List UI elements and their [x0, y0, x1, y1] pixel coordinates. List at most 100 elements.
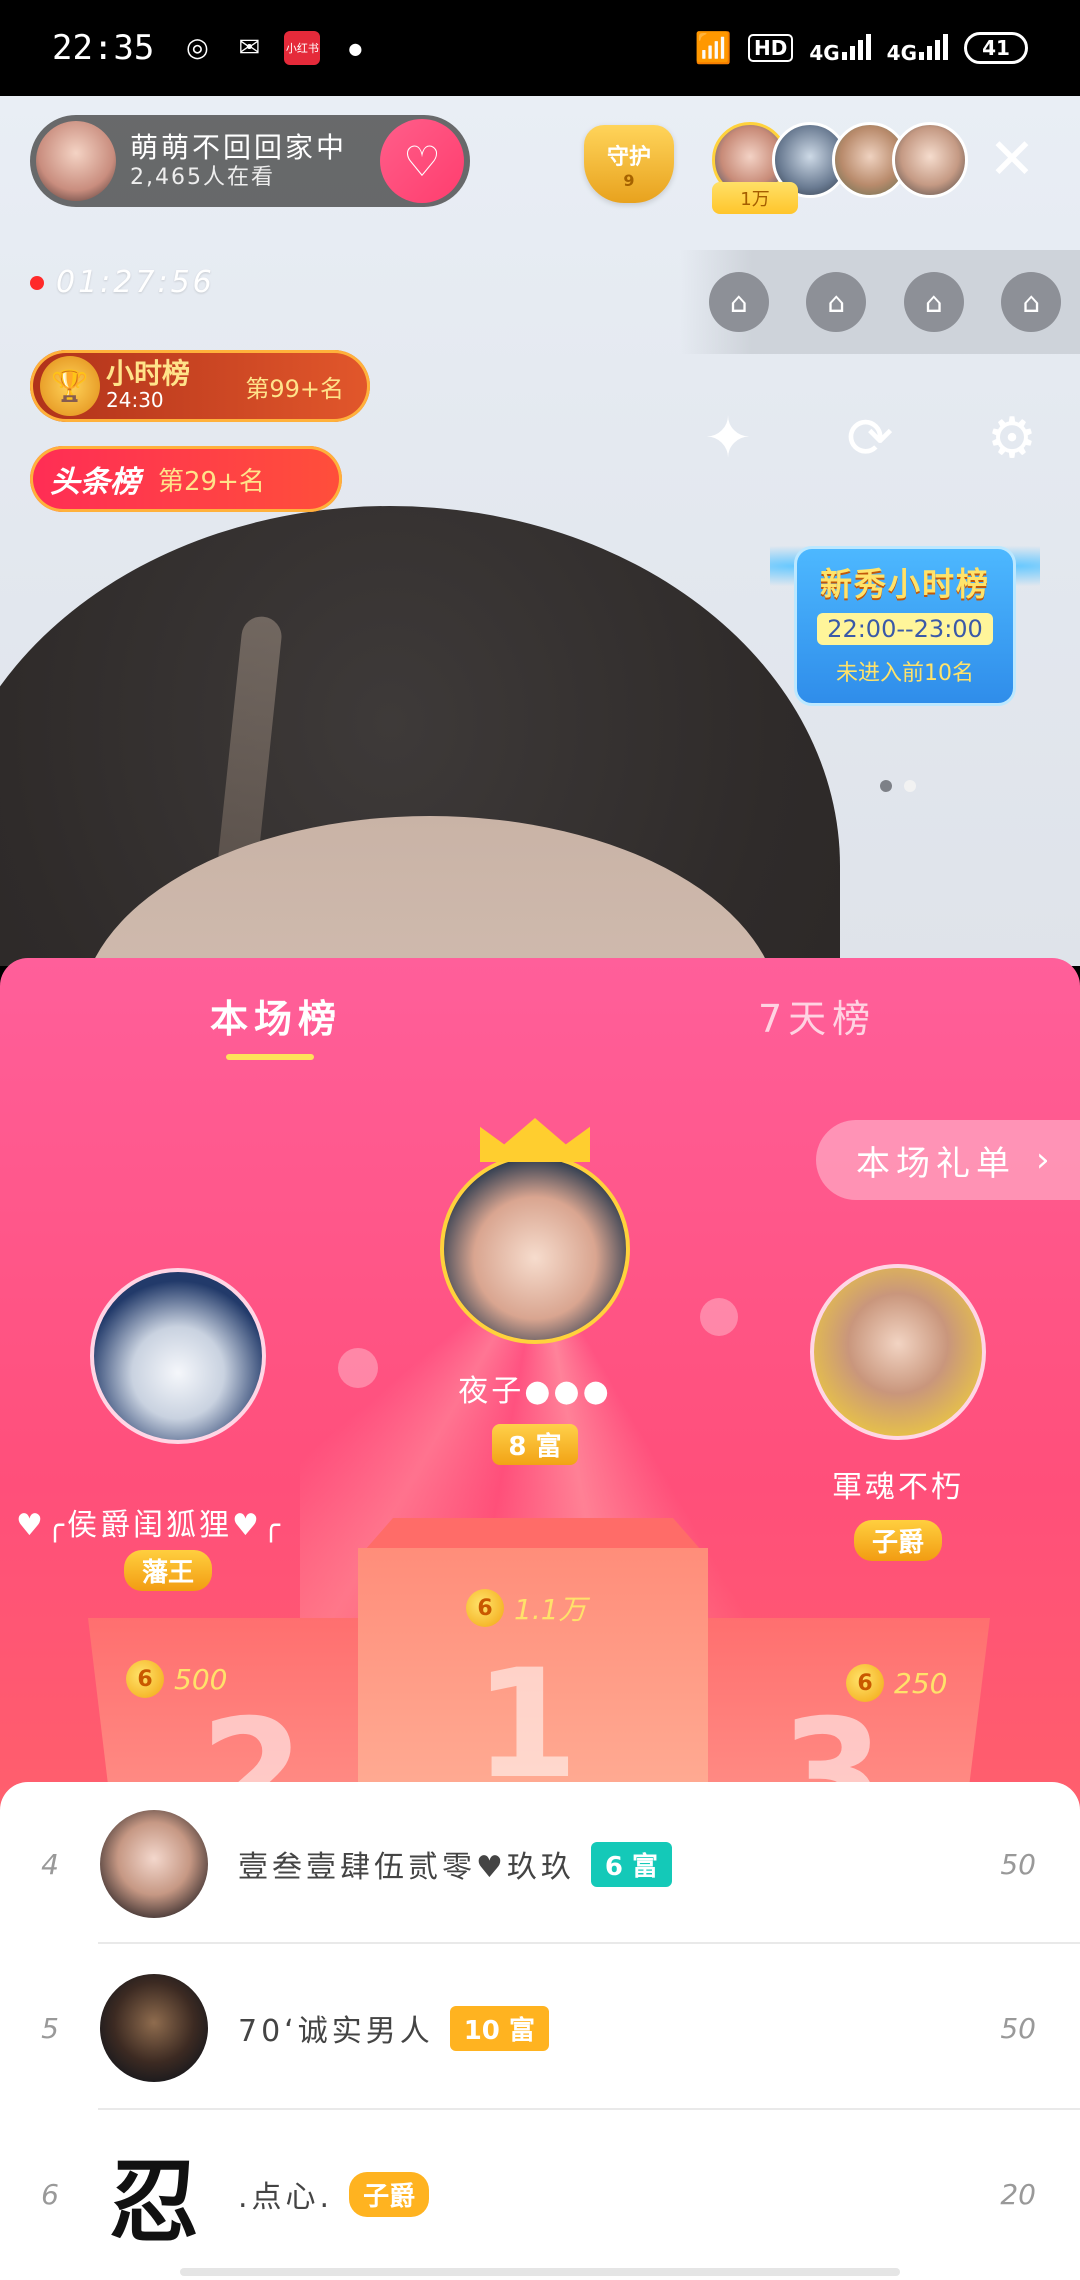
winner-third[interactable]: 軍魂不朽 子爵 [810, 1264, 986, 1561]
winner-name: ♥╭侯爵闺狐狸♥╭ [16, 1508, 283, 1543]
tab-7-days[interactable]: 7天榜 [758, 988, 876, 1043]
network-2: 4G [887, 32, 948, 65]
sofa-seat-icon[interactable]: ⌂ [708, 272, 769, 332]
host-info[interactable]: 萌萌不回回家中 2,465人在看 ♡ [30, 115, 470, 207]
host-name: 萌萌不回回家中 [130, 131, 348, 164]
winner-name: 夜子●●● [458, 1374, 612, 1409]
gear-icon[interactable]: ⚙ [974, 400, 1050, 476]
user-avatar[interactable]: 忍 [100, 2140, 208, 2255]
user-score: 50 [1000, 1847, 1036, 1881]
hour-rank-title: 小时榜 [106, 357, 191, 390]
tab-underline [226, 1054, 314, 1060]
list-item[interactable]: 5 70‘诚实男人 10 富 50 [0, 1946, 1080, 2110]
coin-icon: 6 [846, 1664, 884, 1702]
hd-badge: HD [747, 34, 794, 62]
sofa-seat-icon[interactable]: ⌂ [1001, 272, 1062, 332]
rank-tabs: 本场榜 7天榜 [0, 988, 1080, 1068]
user-name: 壹叁壹肆伍贰零♥玖玖 [238, 1850, 575, 1885]
signal-icon [841, 32, 871, 60]
status-time: 22:35 [52, 28, 155, 68]
winner-second[interactable] [90, 1268, 266, 1444]
follow-heart-button[interactable]: ♡ [380, 119, 464, 203]
signal-icon [919, 32, 948, 60]
headline-rank-badge[interactable]: 头条榜 第29+名 [30, 446, 342, 512]
list-item[interactable]: 6 忍 .点心. 子爵 20 [0, 2112, 1080, 2276]
third-coins: 6 250 [846, 1664, 947, 1702]
camera-switch-icon[interactable]: ⟳ [832, 400, 908, 476]
hour-rank-text: 小时榜 24:30 [106, 357, 191, 413]
viewer-count: 2,465人在看 [130, 164, 275, 190]
winner-avatar[interactable] [90, 1268, 266, 1444]
first-coins: 6 1.1万 [466, 1588, 587, 1628]
divider [98, 2108, 1080, 2110]
rank-number: 4 [41, 1847, 59, 1881]
sparkle [338, 1348, 378, 1388]
hour-rank-badge[interactable]: 🏆 小时榜 24:30 第99+名 [30, 350, 370, 422]
trophy-icon: 🏆 [40, 356, 100, 416]
winner-first[interactable]: 夜子●●● 8 富 [440, 1118, 630, 1465]
seat-bar: ⌂ ⌂ ⌂ ⌂ [680, 250, 1080, 354]
rank-number: 5 [41, 2011, 59, 2045]
host-text: 萌萌不回回家中 2,465人在看 [130, 131, 380, 191]
timer-text: 01:27:56 [56, 265, 215, 300]
weibo-icon: ◎ [186, 33, 209, 63]
user-score: 20 [1000, 2177, 1036, 2211]
sofa-seat-icon[interactable]: ⌂ [806, 272, 867, 332]
scrollbar[interactable] [180, 2268, 900, 2276]
noble-badge: 子爵 [349, 2171, 430, 2217]
banner-pager [880, 780, 916, 792]
viewer-avatar[interactable] [892, 122, 968, 198]
coin-icon: 6 [466, 1589, 504, 1627]
sparkle [700, 1298, 738, 1336]
close-icon[interactable]: ✕ [982, 130, 1042, 190]
live-timer: 01:27:56 [30, 265, 215, 300]
status-bar: 22:35 ◎ ✉ 小红书 ● 📶 HD 4G 4G 41 [0, 0, 1080, 96]
coin-amount: 1.1万 [514, 1593, 587, 1626]
rank-list[interactable]: 4 壹叁壹肆伍贰零♥玖玖 6 富 50 5 70‘诚实男人 10 富 50 6 … [0, 1782, 1080, 2280]
newbie-rank-banner[interactable]: 新秀小时榜 22:00--23:00 未进入前10名 [770, 530, 1040, 710]
wealth-badge: 10 富 [449, 2005, 549, 2051]
user-name: 70‘诚实男人 [238, 2014, 434, 2049]
guard-badge[interactable]: 守护 9 [584, 125, 674, 205]
winner-avatar[interactable] [810, 1264, 986, 1440]
battery-icon: 41 [964, 32, 1028, 64]
guard-count: 9 [623, 170, 635, 190]
divider [98, 1942, 1080, 1944]
newbie-title: 新秀小时榜 [819, 565, 990, 603]
top-viewers[interactable]: 1万 [712, 122, 968, 214]
chevron-right-icon: › [1036, 1140, 1056, 1180]
sofa-seat-icon[interactable]: ⌂ [903, 272, 964, 332]
winner-name: 軍魂不朽 [832, 1470, 964, 1505]
tool-row: ✦ ⟳ ⚙ [690, 400, 1050, 476]
headline-rank-title: 头条榜 [50, 465, 140, 500]
user-avatar[interactable] [100, 1974, 208, 2082]
wealth-badge: 6 富 [590, 1841, 673, 1887]
headline-rank-position: 第29+名 [158, 466, 265, 497]
noble-badge: 子爵 [853, 1520, 942, 1561]
list-item[interactable]: 4 壹叁壹肆伍贰零♥玖玖 6 富 50 [0, 1782, 1080, 1946]
pager-dot [904, 780, 916, 792]
wifi-icon: 📶 [694, 30, 732, 66]
hour-rank-position: 第99+名 [245, 374, 344, 403]
crown-icon [480, 1118, 590, 1162]
tab-current-show[interactable]: 本场榜 [210, 988, 342, 1043]
top-viewer-tag: 1万 [712, 182, 798, 214]
noble-badge: 藩王 [124, 1550, 213, 1591]
winner-avatar[interactable] [440, 1154, 630, 1344]
magic-wand-icon[interactable]: ✦ [690, 400, 766, 476]
xiaohongshu-icon: 小红书 [284, 31, 321, 65]
coin-amount: 250 [894, 1666, 948, 1700]
wechat-icon: ✉ [238, 33, 261, 63]
guard-label: 守护 [606, 144, 651, 170]
coin-amount: 500 [174, 1662, 228, 1696]
hour-rank-time: 24:30 [106, 388, 164, 412]
newbie-rank-box: 新秀小时榜 22:00--23:00 未进入前10名 [794, 546, 1016, 706]
wealth-badge: 8 富 [492, 1424, 578, 1465]
guard-shield-icon: 守护 9 [584, 125, 674, 203]
user-avatar[interactable] [100, 1810, 208, 1918]
rank-number: 6 [41, 2177, 59, 2211]
host-avatar[interactable] [36, 121, 116, 201]
gift-list-button[interactable]: 本场礼单 › [816, 1120, 1080, 1200]
coin-icon: 6 [126, 1660, 164, 1698]
user-name: .点心. [238, 2180, 334, 2215]
